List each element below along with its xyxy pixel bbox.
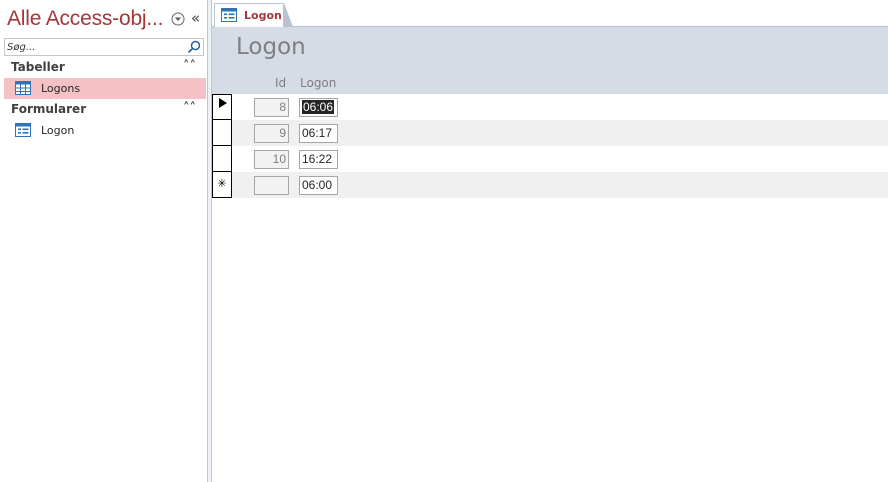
record-selector-current[interactable] [212, 94, 232, 120]
group-label: Tabeller [11, 60, 65, 74]
column-header-id: Id [275, 76, 287, 90]
tab-label: Logon [244, 9, 282, 22]
group-label: Formularer [11, 102, 87, 116]
form-icon [15, 123, 31, 137]
id-field[interactable] [254, 176, 289, 195]
record-row: 9 06:17 [212, 120, 888, 146]
record-selector[interactable] [212, 120, 232, 146]
record-selector[interactable] [212, 146, 232, 172]
table-icon [15, 81, 31, 95]
id-field[interactable]: 8 [254, 98, 289, 117]
logon-field[interactable]: 06:06 [299, 98, 338, 117]
document-tab-bar: Logon [212, 0, 888, 27]
search-icon[interactable] [187, 40, 201, 54]
group-header-tabeller[interactable]: Tabeller ˄˄ [4, 58, 204, 78]
nav-menu-dropdown-icon[interactable] [171, 12, 185, 26]
group-header-formularer[interactable]: Formularer ˄˄ [4, 100, 204, 120]
form-title: Logon [236, 34, 306, 60]
logon-value: 06:06 [302, 100, 335, 114]
id-field[interactable]: 10 [254, 150, 289, 169]
collapse-group-icon[interactable]: ˄˄ [183, 101, 196, 116]
nav-pane-title[interactable]: Alle Access-obj... [7, 7, 167, 31]
record-row: 8 06:06 [212, 94, 888, 120]
form-icon [221, 8, 237, 22]
nav-item-label: Logon [41, 124, 75, 137]
document-area: Logon Logon Id Logon 8 06:06 9 06:17 10 … [212, 0, 888, 482]
search-box [4, 38, 204, 56]
id-field[interactable]: 9 [254, 124, 289, 143]
record-row: 10 16:22 [212, 146, 888, 172]
form-header: Logon Id Logon [212, 27, 888, 94]
nav-item-logon-form[interactable]: Logon [4, 120, 206, 141]
collapse-pane-button[interactable]: « [191, 8, 200, 28]
logon-field[interactable]: 06:17 [299, 124, 338, 143]
search-input[interactable] [7, 39, 183, 55]
logon-field[interactable]: 06:00 [299, 176, 338, 195]
nav-item-label: Logons [41, 82, 81, 95]
column-header-logon: Logon [300, 76, 337, 90]
collapse-group-icon[interactable]: ˄˄ [183, 59, 196, 74]
tab-logon[interactable]: Logon [214, 3, 293, 27]
logon-field[interactable]: 16:22 [299, 150, 338, 169]
nav-item-logons-table[interactable]: Logons [4, 78, 206, 99]
current-record-arrow-icon [219, 98, 227, 108]
new-record-selector[interactable]: ✳ [212, 172, 232, 198]
navigation-pane: Alle Access-obj... « Tabeller ˄˄ Logons … [0, 0, 208, 482]
new-record-row: ✳ 06:00 [212, 172, 888, 198]
